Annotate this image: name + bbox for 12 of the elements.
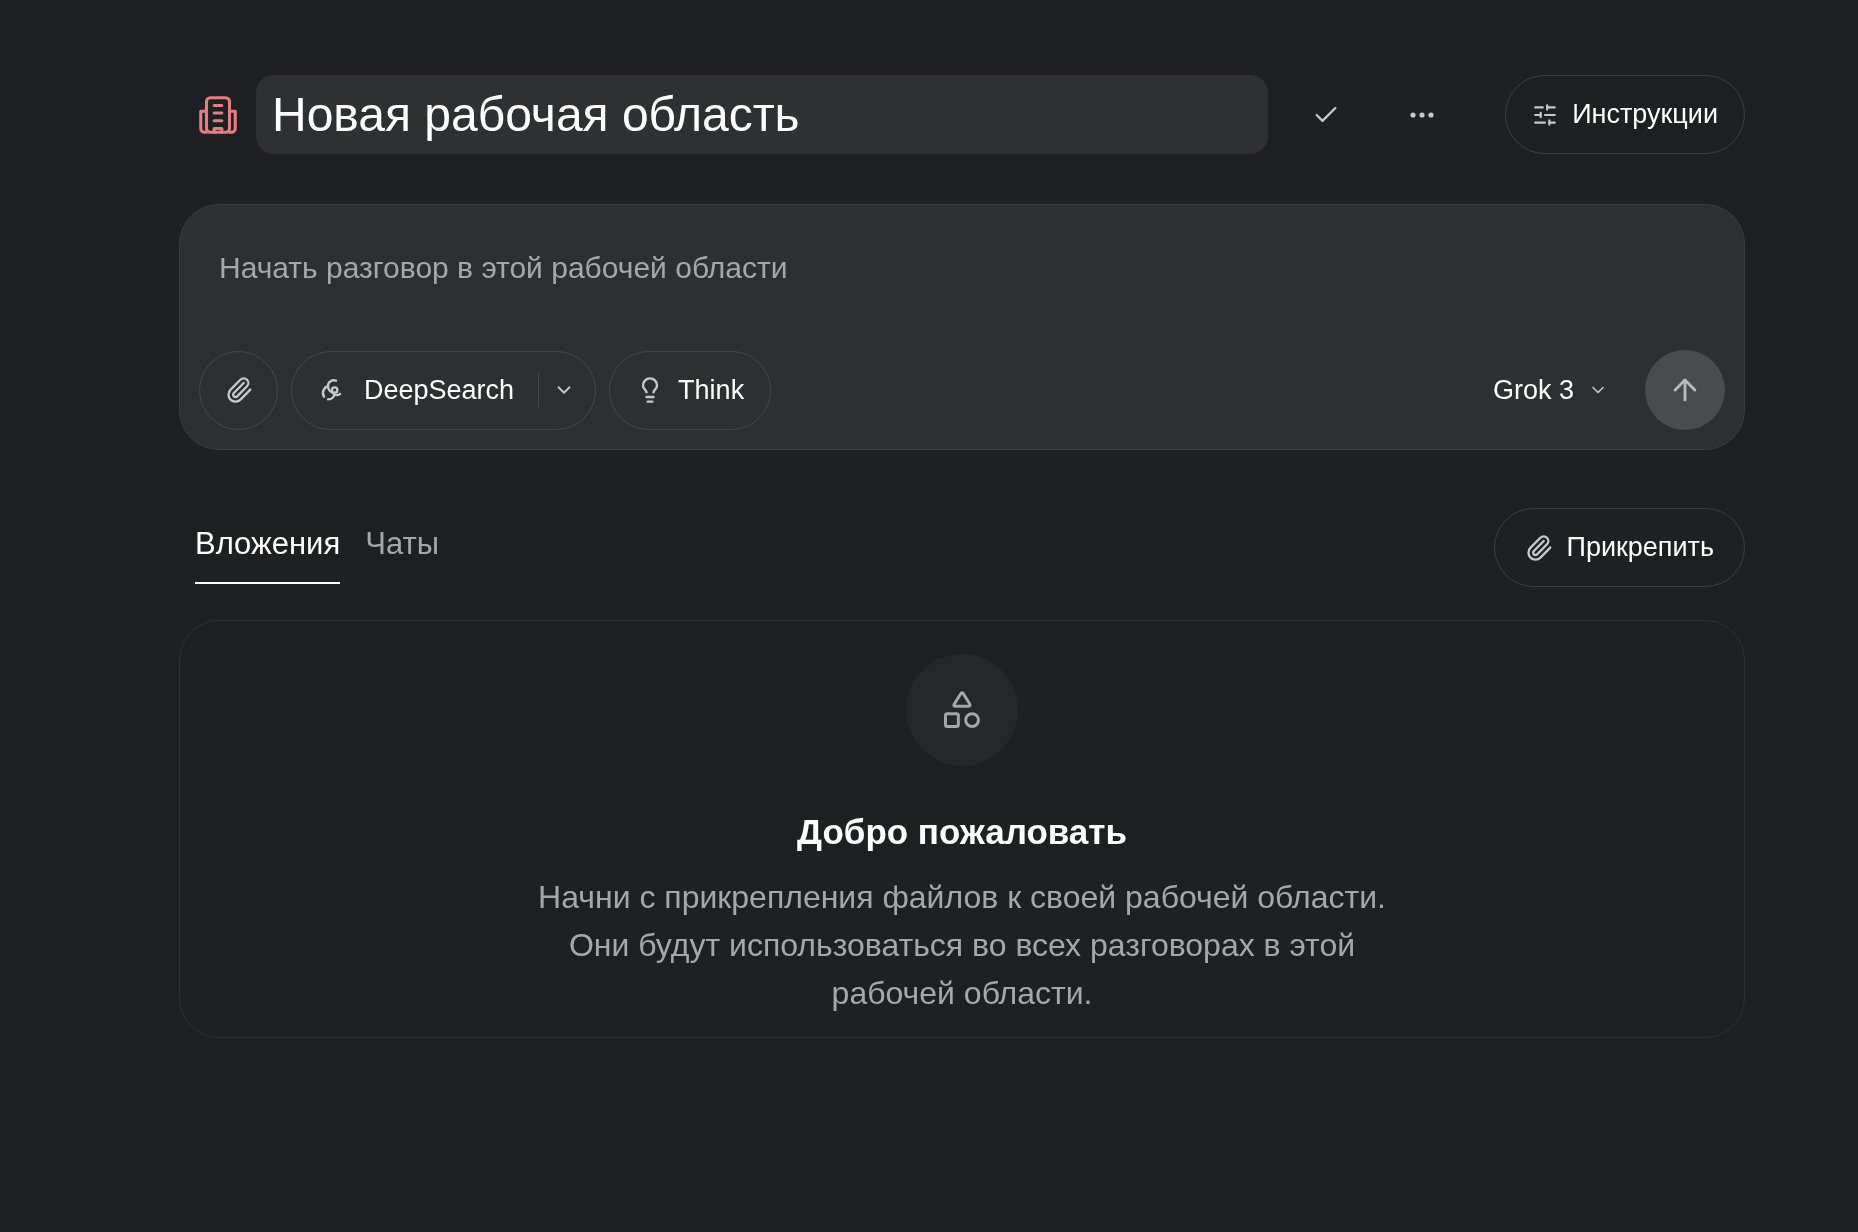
paperclip-icon: [224, 376, 253, 404]
model-selector[interactable]: Grok 3: [1492, 369, 1608, 411]
tab[interactable]: Чаты: [365, 511, 439, 584]
welcome-title: Добро пожаловать: [797, 811, 1127, 853]
deepsearch-label: DeepSearch: [364, 373, 515, 407]
paperclip-icon: [1524, 533, 1553, 562]
tab[interactable]: Вложения: [195, 511, 341, 584]
message-field[interactable]: Начать разговор в этой рабочей области: [219, 245, 1725, 290]
sliders-icon: [1532, 101, 1559, 128]
more-icon: [1410, 111, 1434, 118]
workspace-title-field[interactable]: Новая рабочая область: [256, 75, 1268, 154]
welcome-message: Начни с прикрепления файлов к своей рабочей области. Они будут использоваться во всех разговорах в этой рабочей области.: [537, 877, 1387, 1013]
